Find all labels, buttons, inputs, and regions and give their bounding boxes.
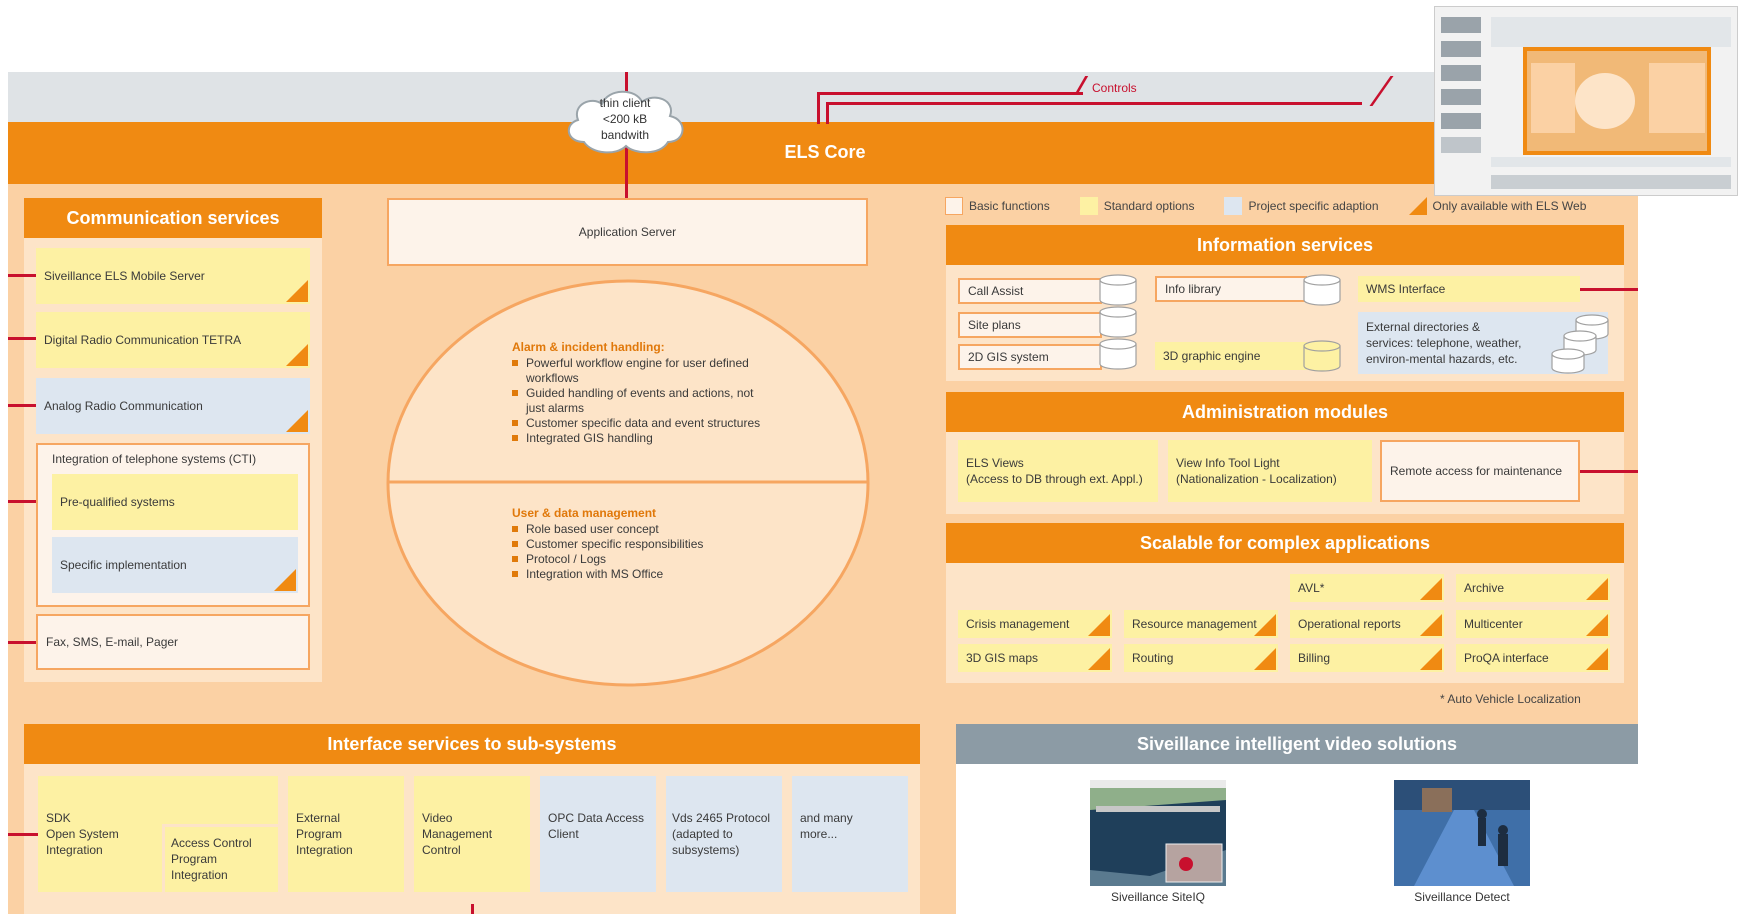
scal-operational: Operational reports [1290,610,1444,638]
remote-link [1580,470,1638,473]
scal-resource: Resource management [1124,610,1278,638]
admin-title: Administration modules [946,392,1624,432]
user-item: Customer specific responsibilities [512,537,772,552]
legend-web-triangle-icon [1408,197,1427,215]
overview-map-icon [1441,17,1731,189]
legend-project: Project specific adaption [1248,199,1379,213]
controls-label: Controls [1092,81,1137,95]
comm-item-mobile-server: Siveillance ELS Mobile Server [36,248,310,304]
iface-more: and many more... [800,811,853,841]
iface-sdk: SDK Open System Integration [46,811,119,857]
info-library: Info library [1155,276,1307,302]
thin-client-label: thin client <200 kB bandwith [599,96,651,142]
alarm-item: Customer specific data and event structu… [512,416,772,431]
scal-billing: Billing [1290,644,1444,672]
database-icon [1099,274,1137,370]
detect-caption: Siveillance Detect [1414,890,1510,904]
siteiq-image-icon [1090,780,1226,886]
iface-external: External Program Integration [296,811,353,857]
top-band [8,72,1638,124]
controls-line-b [826,102,829,124]
legend-web: Only available with ELS Web [1432,199,1587,213]
comm-item-analog: Analog Radio Communication [36,378,310,434]
interface-link [8,833,38,836]
scal-archive: Archive [1456,574,1610,602]
application-server: Application Server [387,198,868,266]
scal-avl: AVL* [1290,574,1444,602]
user-title: User & data management [512,506,657,520]
info-3d-graphic: 3D graphic engine [1155,342,1307,370]
controls-line-d [826,102,1362,105]
legend-basic-swatch [945,197,963,215]
info-call-assist: Call Assist [958,278,1102,304]
user-item: Protocol / Logs [512,552,772,567]
video-title: Siveillance intelligent video solutions [956,724,1638,764]
iface-opc: OPC Data Access Client [548,811,645,841]
legend: Basic functions Standard options Project… [945,197,1586,215]
alarm-item: Guided handling of events and actions, n… [512,386,772,416]
info-2d-gis: 2D GIS system [958,344,1102,370]
iface-vds: Vds 2465 Protocol (adapted to subsystems… [672,811,771,857]
detect-image-icon [1394,780,1530,886]
info-wms: WMS Interface [1358,276,1580,302]
database-stack-icon [1551,314,1609,374]
legend-standard: Standard options [1103,199,1195,213]
overview-thumbnail[interactable] [1434,6,1738,196]
comm-link-5 [8,641,36,644]
legend-project-swatch [1224,197,1243,215]
legend-basic: Basic functions [969,199,1050,213]
comm-item-fax: Fax, SMS, E-mail, Pager [36,614,310,670]
admin-view-info: View Info Tool Light (Nationalization - … [1168,440,1372,502]
scalable-footnote: * Auto Vehicle Localization [1440,692,1581,706]
admin-els-views: ELS Views (Access to DB through ext. App… [958,440,1158,502]
scal-routing: Routing [1124,644,1278,672]
information-title: Information services [946,225,1624,265]
alarm-list: Powerful workflow engine for user define… [512,356,772,446]
controls-line-c [817,92,1083,95]
controls-line-a [817,92,820,124]
communication-title: Communication services [24,198,322,238]
iface-access: Access Control Program Integration [171,836,252,882]
legend-standard-swatch [1079,197,1098,215]
comm-link-3 [8,404,36,407]
database-icon [1303,274,1341,372]
comm-item-tetra: Digital Radio Communication TETRA [36,312,310,368]
scal-crisis: Crisis management [958,610,1112,638]
comm-link-2 [8,337,36,340]
alarm-item: Powerful workflow engine for user define… [512,356,772,386]
interface-bottom-link [471,904,474,914]
info-site-plans: Site plans [958,312,1102,338]
cti-title: Integration of telephone systems (CTI) [52,452,257,466]
scal-3d-gis: 3D GIS maps [958,644,1112,672]
alarm-item: Integrated GIS handling [512,431,772,446]
user-list: Role based user concept Customer specifi… [512,522,772,582]
alarm-section: Alarm & incident handling: Powerful work… [512,340,772,446]
wms-link [1580,288,1638,291]
scal-proqa: ProQA interface [1456,644,1610,672]
user-item: Role based user concept [512,522,772,537]
alarm-title: Alarm & incident handling: [512,340,665,354]
scal-multicenter: Multicenter [1456,610,1610,638]
user-section: User & data management Role based user c… [512,506,772,582]
cti-specific: Specific implementation [52,537,298,593]
admin-remote: Remote access for maintenance [1380,440,1580,502]
interface-title: Interface services to sub-systems [24,724,920,764]
comm-link-1 [8,274,36,277]
siteiq-caption: Siveillance SiteIQ [1110,890,1206,904]
cti-prequalified: Pre-qualified systems [52,474,298,530]
scalable-title: Scalable for complex applications [946,523,1624,563]
iface-video: Video Management Control [422,811,493,857]
user-item: Integration with MS Office [512,567,772,582]
els-core-title: ELS Core [784,142,866,162]
core-circle [386,279,870,687]
